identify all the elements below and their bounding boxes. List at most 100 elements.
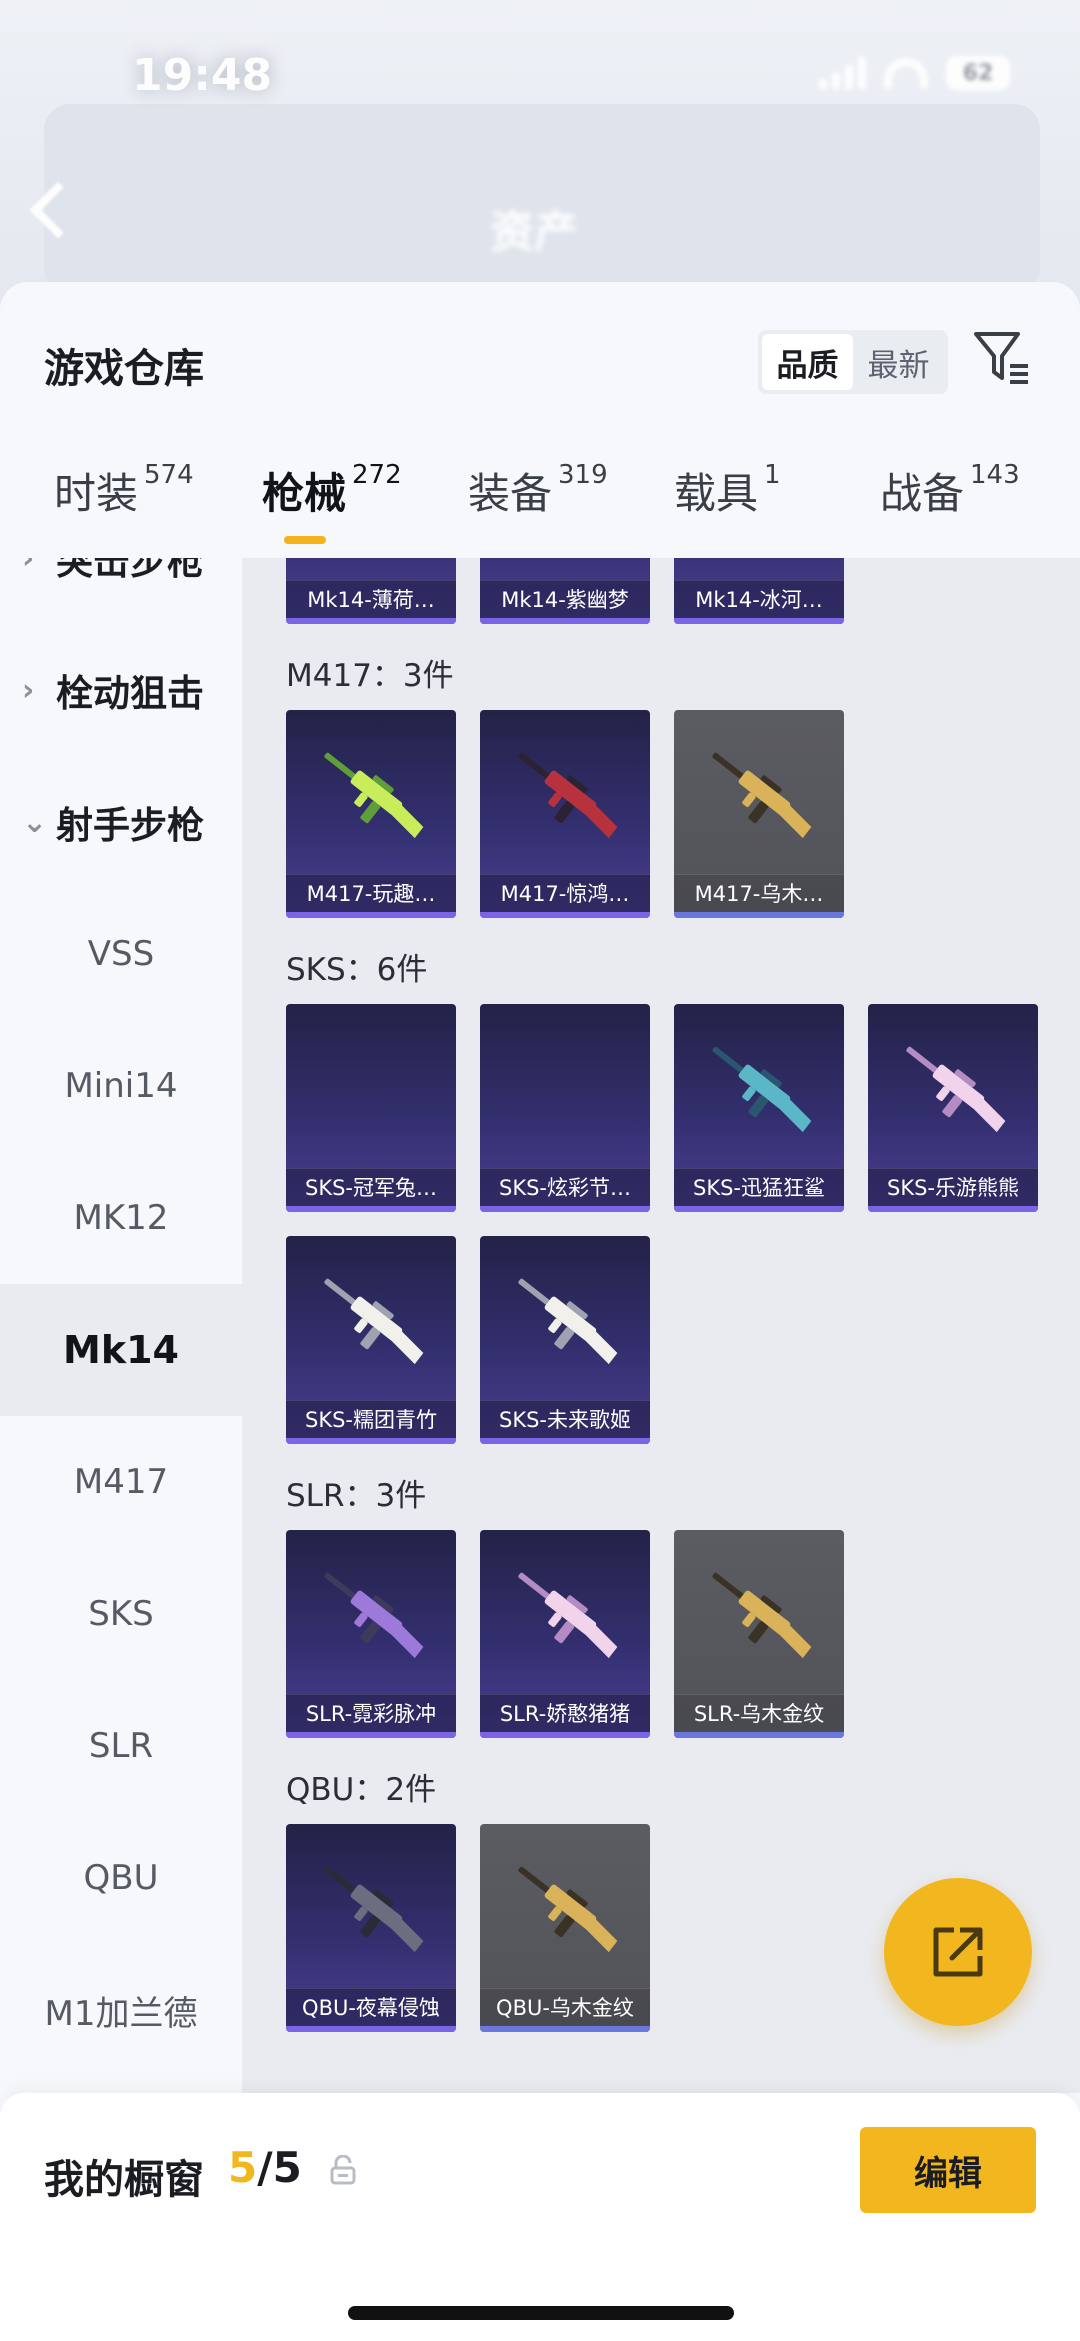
- sidebar-item-label: M417: [73, 1462, 169, 1502]
- showcase-used-count: 5: [228, 2143, 258, 2192]
- weapon-skin-card[interactable]: M417-乌木…: [674, 710, 844, 918]
- filter-icon[interactable]: [972, 328, 1032, 388]
- sidebar-item-label: M1加兰德: [44, 1993, 198, 2034]
- sidebar-item-label: MK12: [73, 1198, 169, 1238]
- chevron-right-icon: ›: [22, 558, 35, 576]
- sidebar-item-mk14[interactable]: Mk14: [0, 1284, 242, 1416]
- signal-icon: [819, 57, 866, 89]
- weapon-skin-name: SKS-冠军兔…: [304, 1176, 437, 1200]
- rarity-bar: [480, 1732, 650, 1738]
- tab-battle-gear[interactable]: 战备 143: [880, 460, 1020, 521]
- tab-label: 战备: [880, 469, 965, 518]
- tab-label: 装备: [468, 469, 553, 518]
- weapon-skin-card[interactable]: QBU-乌木金纹: [480, 1824, 650, 2032]
- tab-label: 载具: [674, 469, 759, 518]
- chevron-right-icon: ›: [22, 672, 35, 708]
- weapon-skin-card[interactable]: SKS-炫彩节…: [480, 1004, 650, 1212]
- weapon-image: [712, 752, 812, 839]
- weapon-skin-card[interactable]: M417-惊鸿…: [480, 710, 650, 918]
- tab-count: 319: [558, 460, 608, 490]
- weapon-skin-card[interactable]: SLR-娇憨猪猪: [480, 1530, 650, 1738]
- sidebar-item-assault-rifles[interactable]: › 突击步枪: [0, 558, 242, 624]
- section-heading: SKS：6件: [286, 952, 428, 988]
- sidebar-item-label: 射手步枪: [56, 804, 204, 847]
- weapon-skin-card[interactable]: SLR-乌木金纹: [674, 1530, 844, 1738]
- sidebar-item-label: SKS: [88, 1594, 154, 1634]
- background-header: 19:48 62 资产: [0, 0, 1080, 300]
- rarity-bar: [674, 912, 844, 918]
- rarity-bar: [480, 912, 650, 918]
- tab-vehicles[interactable]: 载具 1: [674, 460, 781, 521]
- weapon-image: [518, 1278, 618, 1365]
- status-icons: 62: [819, 56, 1010, 90]
- sidebar-item-label: Mini14: [64, 1066, 178, 1106]
- weapon-skin-card[interactable]: M417-玩趣…: [286, 710, 456, 918]
- sidebar-item-label: VSS: [87, 934, 155, 974]
- showcase-bar: 我的橱窗 5/5 编辑: [0, 2093, 1080, 2341]
- sidebar-item-sks[interactable]: SKS: [0, 1548, 242, 1680]
- section-heading: M417：3件: [286, 658, 454, 694]
- showcase-title: 我的橱窗: [44, 2157, 204, 2203]
- sidebar-item-marksman-rifles[interactable]: ⌄ 射手步枪: [0, 756, 242, 888]
- weapon-image: [324, 1866, 424, 1953]
- weapon-image: [306, 558, 436, 566]
- weapon-skin-card[interactable]: SLR-霓彩脉冲: [286, 1530, 456, 1738]
- tab-firearms[interactable]: 枪械 272: [262, 460, 402, 521]
- sidebar-item-label: QBU: [83, 1858, 159, 1898]
- weapon-skin-card[interactable]: Mk14-紫幽梦: [480, 558, 650, 624]
- rarity-bar: [286, 912, 456, 918]
- sidebar-item-label: 突击步枪: [56, 558, 204, 583]
- weapon-skin-grid: Mk14-薄荷… Mk14-紫幽梦 Mk14-冰河… M417：3件 M417-玩趣… M…: [242, 558, 1080, 2093]
- sidebar-item-m417[interactable]: M417: [0, 1416, 242, 1548]
- weapon-skin-name: SKS-糯团青竹: [304, 1408, 437, 1432]
- section-heading: SLR：3件: [286, 1478, 427, 1514]
- weapon-skin-name: SLR-娇憨猪猪: [499, 1702, 631, 1726]
- sidebar-item-mk12[interactable]: MK12: [0, 1152, 242, 1284]
- weapon-skin-card[interactable]: SKS-冠军兔…: [286, 1004, 456, 1212]
- tab-fashion[interactable]: 时装 574: [54, 460, 194, 521]
- sort-option-latest[interactable]: 最新: [853, 334, 944, 390]
- weapon-skin-card[interactable]: Mk14-冰河…: [674, 558, 844, 624]
- weapon-image: [712, 1046, 812, 1133]
- weapon-skin-name: M417-玩趣…: [306, 882, 436, 906]
- weapon-skin-card[interactable]: Mk14-薄荷…: [286, 558, 456, 624]
- edit-button[interactable]: 编辑: [860, 2127, 1036, 2213]
- weapon-skin-name: M417-乌木…: [694, 882, 824, 906]
- category-tabs: 时装 574 枪械 272 装备 319 载具 1 战备 143: [0, 460, 1080, 560]
- warehouse-title: 游戏仓库: [44, 346, 204, 392]
- weapon-skin-name: M417-惊鸿…: [500, 882, 630, 906]
- tab-equipment[interactable]: 装备 319: [468, 460, 608, 521]
- rarity-bar: [480, 2026, 650, 2032]
- rarity-bar: [286, 1206, 456, 1212]
- sidebar-item-qbu[interactable]: QBU: [0, 1812, 242, 1944]
- rarity-bar: [674, 1206, 844, 1212]
- weapon-skin-card[interactable]: SKS-糯团青竹: [286, 1236, 456, 1444]
- weapon-skin-name: SLR-乌木金纹: [693, 1702, 825, 1726]
- share-button[interactable]: [884, 1878, 1032, 2026]
- tab-count: 272: [352, 460, 402, 490]
- home-indicator: [348, 2306, 734, 2320]
- sidebar-item-bolt-snipers[interactable]: › 栓动狙击: [0, 624, 242, 756]
- showcase-count: 5/5: [228, 2143, 302, 2192]
- wifi-icon: [884, 58, 928, 88]
- tab-count: 1: [764, 460, 781, 490]
- rarity-bar: [286, 618, 456, 624]
- weapon-skin-name: QBU-夜幕侵蚀: [302, 1996, 440, 2020]
- sidebar-item-m1-garand[interactable]: M1加兰德: [0, 1944, 242, 2076]
- weapon-skin-card[interactable]: QBU-夜幕侵蚀: [286, 1824, 456, 2032]
- chevron-down-icon: ⌄: [22, 804, 48, 840]
- weapon-skin-card[interactable]: SKS-迅猛狂鲨: [674, 1004, 844, 1212]
- weapon-skin-card[interactable]: SKS-乐游熊熊: [868, 1004, 1038, 1212]
- sidebar-item-slr[interactable]: SLR: [0, 1680, 242, 1812]
- weapon-skin-card[interactable]: SKS-未来歌姬: [480, 1236, 650, 1444]
- rarity-bar: [480, 618, 650, 624]
- sidebar-item-label: 栓动狙击: [56, 672, 204, 715]
- sidebar-item-vss[interactable]: VSS: [0, 888, 242, 1020]
- weapon-image: [324, 1278, 424, 1365]
- share-icon: [933, 1927, 983, 1977]
- sort-option-quality[interactable]: 品质: [762, 334, 853, 390]
- sidebar-item-mini14[interactable]: Mini14: [0, 1020, 242, 1152]
- weapon-image: [324, 752, 424, 839]
- header-title: 资产: [490, 207, 578, 258]
- weapon-image: [906, 1046, 1006, 1133]
